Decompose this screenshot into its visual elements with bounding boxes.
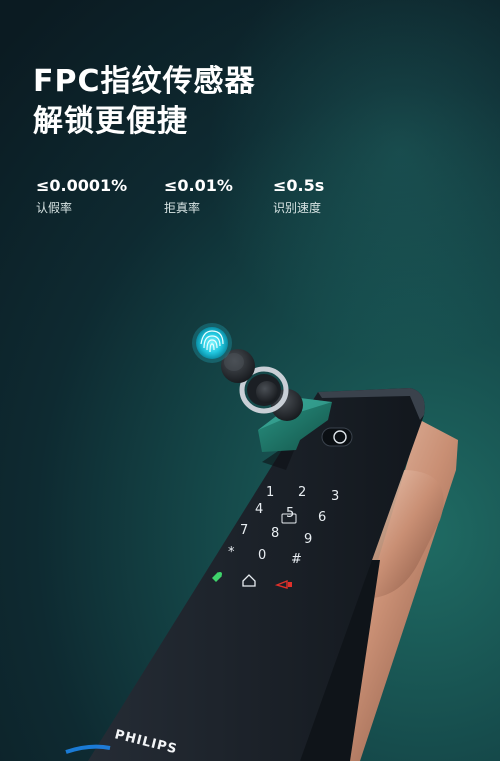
fingerprint-icon bbox=[192, 323, 232, 363]
key-3: 3 bbox=[331, 489, 339, 504]
key-6: 6 bbox=[318, 510, 326, 525]
key-2: 2 bbox=[298, 485, 306, 500]
key-9: 9 bbox=[304, 532, 312, 547]
key-8: 8 bbox=[271, 526, 279, 541]
key-star: * bbox=[228, 545, 235, 560]
sensor-window bbox=[321, 427, 353, 447]
key-1: 1 bbox=[266, 485, 274, 500]
key-hash: # bbox=[291, 552, 302, 567]
key-0: 0 bbox=[258, 548, 266, 563]
smart-lock-illustration: 1 2 3 4 5 6 7 8 9 * 0 # PHILIPS bbox=[65, 323, 458, 761]
key-7: 7 bbox=[240, 523, 248, 538]
key-4: 4 bbox=[255, 502, 263, 517]
